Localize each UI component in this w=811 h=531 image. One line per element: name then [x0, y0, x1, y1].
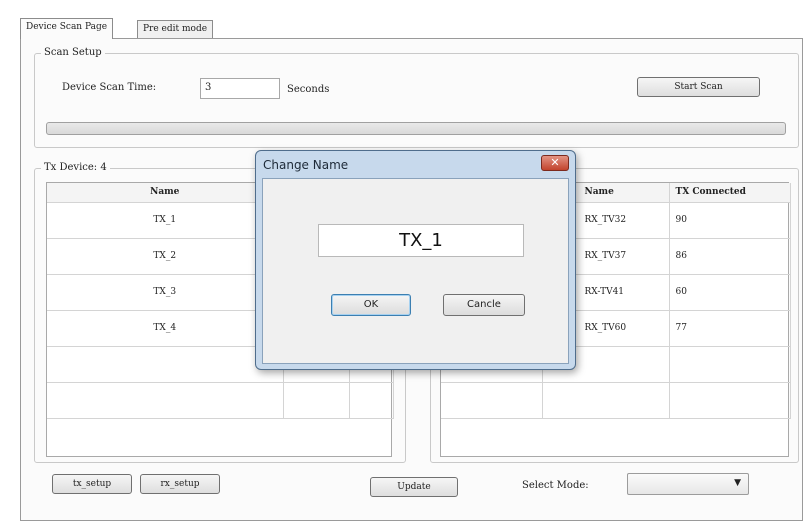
- chevron-down-icon: ▼: [734, 478, 741, 488]
- app-window: Device Scan Page Pre edit mode Scan Setu…: [0, 0, 811, 531]
- rx-tx-connected-cell: 86: [669, 238, 791, 275]
- table-row: [441, 382, 791, 419]
- tab-pre-edit-mode[interactable]: Pre edit mode: [137, 20, 214, 39]
- tab-device-scan-page[interactable]: Device Scan Page: [20, 18, 114, 39]
- tx-name-header[interactable]: Name: [47, 183, 284, 203]
- tx-name-cell[interactable]: TX_3: [47, 274, 284, 311]
- rx-tx-connected-header[interactable]: TX Connected: [669, 183, 791, 203]
- rx-setup-button[interactable]: rx_setup: [140, 474, 220, 494]
- start-scan-button[interactable]: Start Scan: [637, 77, 760, 97]
- rx-tx-connected-cell: 90: [669, 202, 791, 239]
- cancel-button[interactable]: Cancle: [443, 294, 525, 316]
- scan-progress-bar: [46, 122, 786, 135]
- new-name-input[interactable]: TX_1: [318, 224, 524, 257]
- select-mode-dropdown[interactable]: ▼: [627, 473, 749, 495]
- rx-tx-connected-cell: 60: [669, 274, 791, 311]
- seconds-label: Seconds: [287, 84, 330, 95]
- tx-name-cell[interactable]: TX_2: [47, 238, 284, 275]
- select-mode-label: Select Mode:: [522, 480, 589, 491]
- scan-time-label: Device Scan Time:: [62, 82, 157, 93]
- tx-setup-button[interactable]: tx_setup: [52, 474, 132, 494]
- table-row: [47, 382, 394, 419]
- update-button[interactable]: Update: [370, 477, 458, 497]
- tx-name-cell[interactable]: TX_1: [47, 202, 284, 239]
- change-name-dialog: Change Name ✕ TX_1 OK Cancle: [255, 150, 576, 370]
- ok-button[interactable]: OK: [331, 294, 411, 316]
- scan-setup-title: Scan Setup: [41, 47, 105, 58]
- close-icon[interactable]: ✕: [541, 155, 569, 171]
- tx-name-cell[interactable]: TX_4: [47, 310, 284, 347]
- tx-device-title: Tx Device: 4: [41, 162, 110, 173]
- rx-tx-connected-cell: 77: [669, 310, 791, 347]
- dialog-body: TX_1 OK Cancle: [262, 178, 569, 364]
- dialog-title: Change Name: [263, 158, 349, 172]
- scan-time-input[interactable]: 3: [200, 78, 280, 99]
